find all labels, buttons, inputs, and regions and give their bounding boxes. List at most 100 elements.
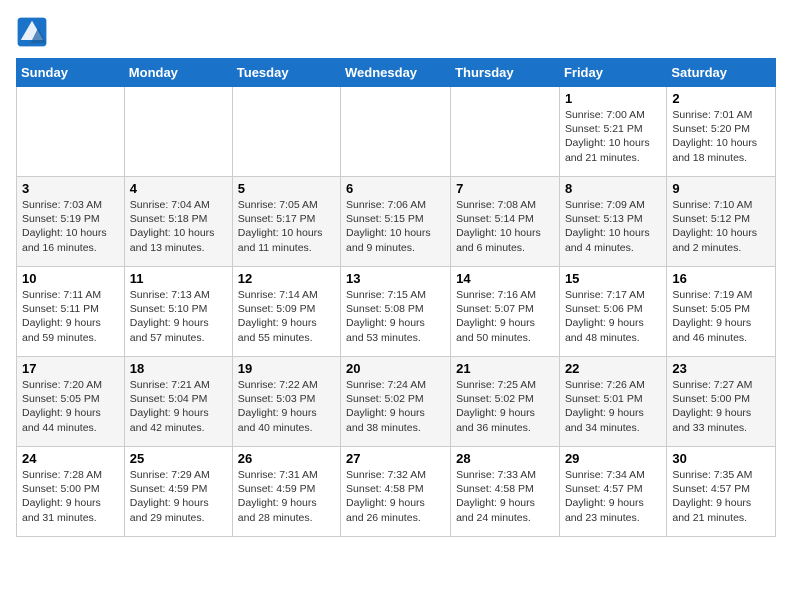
calendar-cell: 21 Sunrise: 7:25 AM Sunset: 5:02 PM Dayli… bbox=[451, 357, 560, 447]
calendar-cell: 27Sunrise: 7:32 AM Sunset: 4:58 PM Dayli… bbox=[341, 447, 451, 537]
day-info: Sunrise: 7:25 AM Sunset: 5:02 PM Dayligh… bbox=[456, 378, 554, 435]
day-header-wednesday: Wednesday bbox=[341, 59, 451, 87]
day-info: Sunrise: 7:28 AM Sunset: 5:00 PM Dayligh… bbox=[22, 468, 119, 525]
day-number: 11 bbox=[130, 271, 227, 286]
day-info: Sunrise: 7:19 AM Sunset: 5:05 PM Dayligh… bbox=[672, 288, 770, 345]
calendar-cell: 28 Sunrise: 7:33 AM Sunset: 4:58 PM Dayli… bbox=[451, 447, 560, 537]
calendar-cell: 30 Sunrise: 7:35 AM Sunset: 4:57 PM Dayli… bbox=[667, 447, 776, 537]
day-info: Sunrise: 7:10 AM Sunset: 5:12 PM Dayligh… bbox=[672, 198, 770, 255]
day-number: 12 bbox=[238, 271, 335, 286]
day-info: Sunrise: 7:01 AM Sunset: 5:20 PM Dayligh… bbox=[672, 108, 770, 165]
calendar-cell: 19 Sunrise: 7:22 AM Sunset: 5:03 PM Dayli… bbox=[232, 357, 340, 447]
day-number: 1 bbox=[565, 91, 661, 106]
calendar-cell: 29 Sunrise: 7:34 AM Sunset: 4:57 PM Dayli… bbox=[559, 447, 666, 537]
day-header-sunday: Sunday bbox=[17, 59, 125, 87]
day-info: Sunrise: 7:11 AM Sunset: 5:11 PM Dayligh… bbox=[22, 288, 119, 345]
day-number: 17 bbox=[22, 361, 119, 376]
calendar-cell: 3 Sunrise: 7:03 AM Sunset: 5:19 PM Daylig… bbox=[17, 177, 125, 267]
day-number: 15 bbox=[565, 271, 661, 286]
calendar-cell: 13 Sunrise: 7:15 AM Sunset: 5:08 PM Dayli… bbox=[341, 267, 451, 357]
day-number: 28 bbox=[456, 451, 554, 466]
week-row-2: 3 Sunrise: 7:03 AM Sunset: 5:19 PM Daylig… bbox=[17, 177, 776, 267]
day-info: Sunrise: 7:29 AM Sunset: 4:59 PM Dayligh… bbox=[130, 468, 227, 525]
day-info: Sunrise: 7:17 AM Sunset: 5:06 PM Dayligh… bbox=[565, 288, 661, 345]
calendar-cell: 16Sunrise: 7:19 AM Sunset: 5:05 PM Dayli… bbox=[667, 267, 776, 357]
page-header bbox=[16, 16, 776, 48]
day-number: 10 bbox=[22, 271, 119, 286]
day-number: 20 bbox=[346, 361, 445, 376]
logo-icon bbox=[16, 16, 48, 48]
calendar-cell: 5 Sunrise: 7:05 AM Sunset: 5:17 PM Daylig… bbox=[232, 177, 340, 267]
week-row-3: 10 Sunrise: 7:11 AM Sunset: 5:11 PM Dayli… bbox=[17, 267, 776, 357]
calendar-cell: 20 Sunrise: 7:24 AM Sunset: 5:02 PM Dayli… bbox=[341, 357, 451, 447]
calendar-cell: 25 Sunrise: 7:29 AM Sunset: 4:59 PM Dayli… bbox=[124, 447, 232, 537]
calendar-cell: 14 Sunrise: 7:16 AM Sunset: 5:07 PM Dayli… bbox=[451, 267, 560, 357]
calendar-cell: 7Sunrise: 7:08 AM Sunset: 5:14 PM Daylig… bbox=[451, 177, 560, 267]
calendar-cell: 10 Sunrise: 7:11 AM Sunset: 5:11 PM Dayli… bbox=[17, 267, 125, 357]
calendar-cell bbox=[232, 87, 340, 177]
day-header-monday: Monday bbox=[124, 59, 232, 87]
day-number: 7 bbox=[456, 181, 554, 196]
day-number: 18 bbox=[130, 361, 227, 376]
calendar-cell: 11 Sunrise: 7:13 AM Sunset: 5:10 PM Dayli… bbox=[124, 267, 232, 357]
day-header-saturday: Saturday bbox=[667, 59, 776, 87]
day-info: Sunrise: 7:16 AM Sunset: 5:07 PM Dayligh… bbox=[456, 288, 554, 345]
calendar-cell: 4 Sunrise: 7:04 AM Sunset: 5:18 PM Daylig… bbox=[124, 177, 232, 267]
day-number: 6 bbox=[346, 181, 445, 196]
calendar-cell: 12 Sunrise: 7:14 AM Sunset: 5:09 PM Dayli… bbox=[232, 267, 340, 357]
day-number: 8 bbox=[565, 181, 661, 196]
day-number: 24 bbox=[22, 451, 119, 466]
day-number: 14 bbox=[456, 271, 554, 286]
week-row-1: 1 Sunrise: 7:00 AM Sunset: 5:21 PM Daylig… bbox=[17, 87, 776, 177]
calendar-cell: 8Sunrise: 7:09 AM Sunset: 5:13 PM Daylig… bbox=[559, 177, 666, 267]
calendar-cell: 6 Sunrise: 7:06 AM Sunset: 5:15 PM Daylig… bbox=[341, 177, 451, 267]
day-info: Sunrise: 7:03 AM Sunset: 5:19 PM Dayligh… bbox=[22, 198, 119, 255]
week-row-4: 17Sunrise: 7:20 AM Sunset: 5:05 PM Dayli… bbox=[17, 357, 776, 447]
logo bbox=[16, 16, 54, 48]
day-info: Sunrise: 7:21 AM Sunset: 5:04 PM Dayligh… bbox=[130, 378, 227, 435]
calendar-cell bbox=[341, 87, 451, 177]
day-number: 23 bbox=[672, 361, 770, 376]
calendar-cell bbox=[451, 87, 560, 177]
calendar-cell: 9Sunrise: 7:10 AM Sunset: 5:12 PM Daylig… bbox=[667, 177, 776, 267]
calendar-cell: 17Sunrise: 7:20 AM Sunset: 5:05 PM Dayli… bbox=[17, 357, 125, 447]
day-number: 5 bbox=[238, 181, 335, 196]
day-header-friday: Friday bbox=[559, 59, 666, 87]
day-info: Sunrise: 7:14 AM Sunset: 5:09 PM Dayligh… bbox=[238, 288, 335, 345]
day-info: Sunrise: 7:00 AM Sunset: 5:21 PM Dayligh… bbox=[565, 108, 661, 165]
day-number: 13 bbox=[346, 271, 445, 286]
day-number: 22 bbox=[565, 361, 661, 376]
day-info: Sunrise: 7:04 AM Sunset: 5:18 PM Dayligh… bbox=[130, 198, 227, 255]
day-info: Sunrise: 7:15 AM Sunset: 5:08 PM Dayligh… bbox=[346, 288, 445, 345]
day-info: Sunrise: 7:35 AM Sunset: 4:57 PM Dayligh… bbox=[672, 468, 770, 525]
day-header-tuesday: Tuesday bbox=[232, 59, 340, 87]
day-number: 30 bbox=[672, 451, 770, 466]
day-info: Sunrise: 7:31 AM Sunset: 4:59 PM Dayligh… bbox=[238, 468, 335, 525]
calendar-cell: 24 Sunrise: 7:28 AM Sunset: 5:00 PM Dayli… bbox=[17, 447, 125, 537]
calendar-cell bbox=[17, 87, 125, 177]
week-row-5: 24 Sunrise: 7:28 AM Sunset: 5:00 PM Dayli… bbox=[17, 447, 776, 537]
day-info: Sunrise: 7:05 AM Sunset: 5:17 PM Dayligh… bbox=[238, 198, 335, 255]
day-info: Sunrise: 7:32 AM Sunset: 4:58 PM Dayligh… bbox=[346, 468, 445, 525]
day-info: Sunrise: 7:33 AM Sunset: 4:58 PM Dayligh… bbox=[456, 468, 554, 525]
day-info: Sunrise: 7:24 AM Sunset: 5:02 PM Dayligh… bbox=[346, 378, 445, 435]
calendar-cell: 18 Sunrise: 7:21 AM Sunset: 5:04 PM Dayli… bbox=[124, 357, 232, 447]
calendar-cell: 2 Sunrise: 7:01 AM Sunset: 5:20 PM Daylig… bbox=[667, 87, 776, 177]
calendar-cell: 15 Sunrise: 7:17 AM Sunset: 5:06 PM Dayli… bbox=[559, 267, 666, 357]
day-number: 19 bbox=[238, 361, 335, 376]
day-info: Sunrise: 7:13 AM Sunset: 5:10 PM Dayligh… bbox=[130, 288, 227, 345]
calendar-cell bbox=[124, 87, 232, 177]
day-number: 2 bbox=[672, 91, 770, 106]
day-info: Sunrise: 7:34 AM Sunset: 4:57 PM Dayligh… bbox=[565, 468, 661, 525]
day-number: 21 bbox=[456, 361, 554, 376]
day-info: Sunrise: 7:26 AM Sunset: 5:01 PM Dayligh… bbox=[565, 378, 661, 435]
day-info: Sunrise: 7:06 AM Sunset: 5:15 PM Dayligh… bbox=[346, 198, 445, 255]
day-number: 29 bbox=[565, 451, 661, 466]
day-number: 26 bbox=[238, 451, 335, 466]
day-header-thursday: Thursday bbox=[451, 59, 560, 87]
day-info: Sunrise: 7:27 AM Sunset: 5:00 PM Dayligh… bbox=[672, 378, 770, 435]
day-number: 4 bbox=[130, 181, 227, 196]
day-info: Sunrise: 7:22 AM Sunset: 5:03 PM Dayligh… bbox=[238, 378, 335, 435]
day-number: 3 bbox=[22, 181, 119, 196]
day-number: 25 bbox=[130, 451, 227, 466]
